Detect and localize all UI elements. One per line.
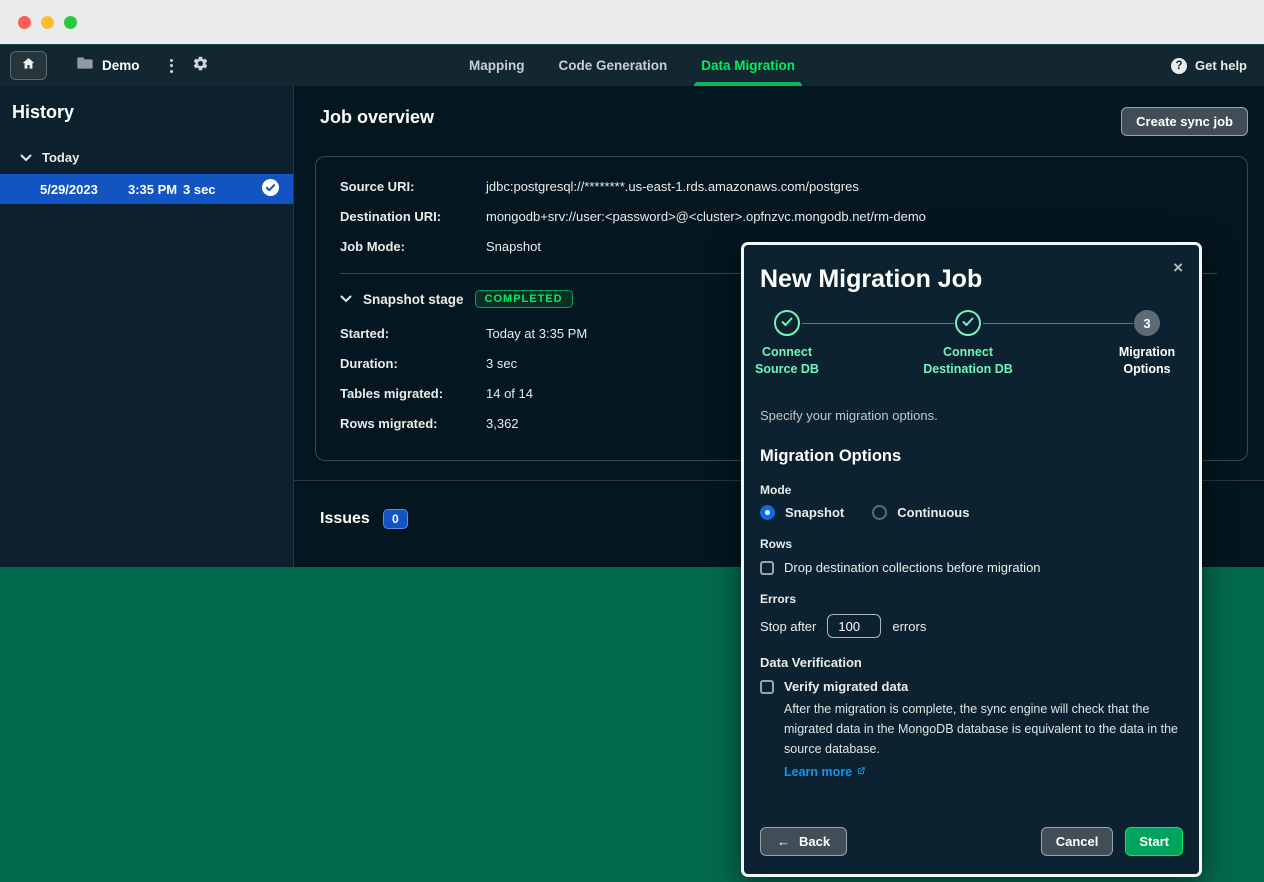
wizard-stepper: 3 Connect Source DB Connect Destination … [760,300,1183,384]
external-link-icon [856,765,866,779]
home-icon [21,56,36,76]
field-label: Source URI: [340,179,486,194]
field-value: mongodb+srv://user:<password>@<cluster>.… [486,209,926,224]
project-name: Demo [102,58,140,73]
step-1-circle[interactable] [774,310,800,336]
project-breadcrumb[interactable]: Demo [77,56,140,75]
learn-more-link[interactable]: Learn more [784,765,1186,779]
checkbox-icon [760,680,774,694]
window-zoom-button[interactable] [64,16,77,29]
tab-data-migration[interactable]: Data Migration [699,45,797,86]
home-button[interactable] [10,51,47,80]
page-title: Job overview [320,107,434,128]
help-question-icon: ? [1171,58,1187,74]
field-label: Job Mode: [340,239,486,254]
kebab-menu-icon[interactable] [166,55,177,77]
window-minimize-button[interactable] [41,16,54,29]
tab-mapping[interactable]: Mapping [467,45,527,86]
modal-footer: ← Back Cancel Start [760,827,1183,856]
stepper-track [983,323,1133,324]
step-3-label[interactable]: Migration Options [1119,344,1175,378]
checkbox-icon [760,561,774,575]
issues-section: Issues 0 [320,509,408,529]
run-time: 3:35 PM [128,182,183,197]
history-group-label: Today [42,150,79,165]
radio-selected-icon [760,505,775,520]
chevron-down-icon [340,290,352,308]
mode-group-label: Mode [760,483,1183,497]
field-value: 14 of 14 [486,386,533,401]
data-verification-group-label: Data Verification [760,655,1183,670]
modal-subtitle: Specify your migration options. [760,408,1183,423]
step-2-label[interactable]: Connect Destination DB [923,344,1013,378]
snapshot-stage-label: Snapshot stage [363,292,464,307]
history-sidebar: History Today 5/29/2023 3:35 PM 3 sec [0,86,294,567]
get-help-label: Get help [1195,58,1247,73]
main-tabs: Mapping Code Generation Data Migration [467,45,797,86]
field-label: Started: [340,326,486,341]
close-icon[interactable]: × [1173,259,1183,276]
radio-unselected-icon [872,505,887,520]
field-label: Rows migrated: [340,416,486,431]
field-value: 3,362 [486,416,519,431]
tab-code-generation[interactable]: Code Generation [556,45,669,86]
new-migration-job-modal: × New Migration Job 3 Connect Source DB [741,242,1202,877]
run-duration: 3 sec [183,182,262,197]
gear-icon [192,55,209,77]
settings-button[interactable] [192,55,209,77]
field-label: Tables migrated: [340,386,486,401]
check-icon [781,314,793,332]
chevron-down-icon [20,150,32,165]
run-completed-check-icon [262,179,279,199]
errors-suffix-label: errors [892,619,926,634]
check-icon [962,314,974,332]
stop-after-errors-row: Stop after errors [760,614,1183,638]
radio-snapshot[interactable]: Snapshot [760,505,844,520]
field-value: 3 sec [486,356,517,371]
create-sync-job-button[interactable]: Create sync job [1121,107,1248,136]
field-row-destination-uri: Destination URI: mongodb+srv://user:<pas… [340,201,1217,231]
get-help-button[interactable]: ? Get help [1171,45,1247,86]
mode-radio-group: Snapshot Continuous [760,505,1183,520]
app-screen: Demo Mapping Code Generation Data Migrat… [0,0,1264,882]
field-label: Duration: [340,356,486,371]
history-title: History [12,102,293,123]
start-button[interactable]: Start [1125,827,1183,856]
errors-group-label: Errors [760,592,1183,606]
field-value: Snapshot [486,239,541,254]
modal-title: New Migration Job [760,265,1183,294]
cancel-button[interactable]: Cancel [1041,827,1114,856]
field-row-source-uri: Source URI: jdbc:postgresql://********.u… [340,171,1217,201]
folder-icon [77,56,93,75]
step-3-circle[interactable]: 3 [1134,310,1160,336]
step-2-circle[interactable] [955,310,981,336]
field-value: jdbc:postgresql://********.us-east-1.rds… [486,179,859,194]
drop-collections-checkbox[interactable]: Drop destination collections before migr… [760,560,1183,575]
status-badge: COMPLETED [475,290,573,308]
verify-checkbox-label: Verify migrated data [784,679,1186,694]
verify-migrated-data-checkbox[interactable]: Verify migrated data After the migration… [760,679,1183,779]
field-label: Destination URI: [340,209,486,224]
field-value: Today at 3:35 PM [486,326,587,341]
stepper-track [802,323,954,324]
window-close-button[interactable] [18,16,31,29]
errors-count-input[interactable] [827,614,881,638]
rows-group-label: Rows [760,537,1183,551]
window-title-bar [0,0,1264,44]
app-header: Demo Mapping Code Generation Data Migrat… [0,44,1264,86]
issues-title: Issues [320,510,370,528]
history-group-today[interactable]: Today [20,150,293,165]
radio-continuous[interactable]: Continuous [872,505,969,520]
stop-after-label: Stop after [760,619,816,634]
issues-count-badge: 0 [383,509,408,529]
migration-options-heading: Migration Options [760,447,1183,466]
verify-description: After the migration is complete, the syn… [784,700,1186,759]
history-run-row[interactable]: 5/29/2023 3:35 PM 3 sec [0,174,293,204]
run-date: 5/29/2023 [40,182,128,197]
snapshot-stage-toggle[interactable]: Snapshot stage [340,290,464,308]
back-button[interactable]: ← Back [760,827,847,856]
step-1-label[interactable]: Connect Source DB [755,344,819,378]
back-arrow-icon: ← [777,834,790,849]
